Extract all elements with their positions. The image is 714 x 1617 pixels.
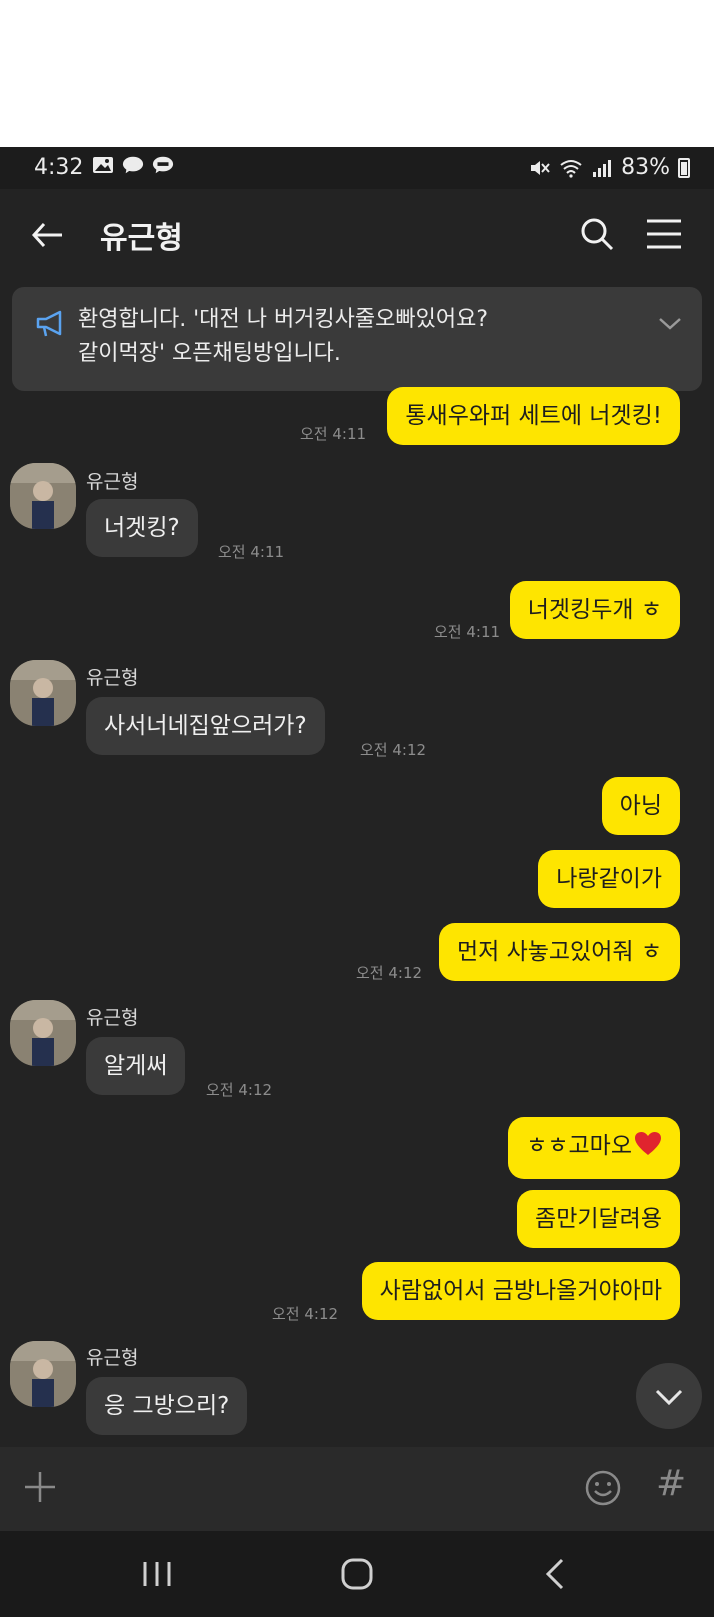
my-message[interactable]: ㅎㅎ고마오 — [508, 1117, 680, 1179]
chevron-down-icon[interactable] — [657, 313, 683, 333]
sender-name: 유근형 — [86, 667, 139, 689]
hashtag-button[interactable]: # — [656, 1463, 686, 1504]
home-icon — [341, 1558, 373, 1590]
message-time: 오전 4:11 — [218, 543, 285, 561]
heart-icon — [634, 1131, 662, 1165]
signal-icon — [593, 159, 612, 177]
talk-icon — [152, 155, 174, 175]
avatar[interactable] — [10, 660, 76, 726]
system-status: 83% — [529, 155, 690, 180]
message-time: 오전 4:11 — [300, 425, 367, 443]
chevron-left-icon — [545, 1558, 564, 1590]
their-message[interactable]: 너겟킹? — [86, 499, 198, 557]
mute-icon — [531, 160, 550, 175]
my-message[interactable]: 나랑같이가 — [538, 850, 680, 908]
menu-icon — [647, 219, 681, 249]
system-back-button[interactable] — [544, 1557, 566, 1591]
back-arrow-icon — [31, 222, 62, 248]
message-text: ㅎㅎ고마오 — [526, 1133, 632, 1159]
search-button[interactable] — [578, 215, 616, 253]
status-bar: 4:32 83% — [0, 147, 714, 189]
my-message[interactable]: 아닝 — [601, 777, 680, 835]
message-time: 오전 4:11 — [434, 623, 501, 641]
message-time: 오전 4:12 — [272, 1305, 339, 1323]
notice-line-1: 환영합니다. '대전 나 버거킹사줄오빠있어요? — [78, 307, 489, 332]
recent-apps-icon — [143, 1562, 171, 1586]
avatar[interactable] — [10, 1341, 76, 1407]
plus-icon — [25, 1472, 55, 1502]
notice-banner[interactable]: 환영합니다. '대전 나 버거킹사줄오빠있어요? 같이먹장' 오픈채팅방입니다. — [12, 287, 702, 391]
megaphone-icon — [34, 309, 66, 339]
sender-name: 유근형 — [86, 1347, 139, 1369]
avatar[interactable] — [10, 1000, 76, 1066]
wifi-icon — [560, 159, 582, 178]
chat-header: 유근형 — [0, 189, 714, 281]
their-message[interactable]: 알게써 — [86, 1037, 186, 1095]
menu-button[interactable] — [644, 217, 684, 251]
my-message[interactable]: 좀만기달려용 — [517, 1190, 680, 1248]
recent-apps-button[interactable] — [140, 1559, 174, 1589]
my-message[interactable]: 통새우와퍼 세트에 너겟킹! — [387, 387, 680, 445]
navigation-bar — [0, 1531, 714, 1617]
message-time: 오전 4:12 — [360, 741, 427, 759]
notification-icons — [92, 155, 174, 175]
message-time: 오전 4:12 — [356, 964, 423, 982]
chat-bubble-icon — [122, 155, 144, 175]
their-message[interactable]: 응 그방으리? — [86, 1377, 248, 1435]
status-time: 4:32 — [34, 155, 84, 180]
notice-text: 환영합니다. '대전 나 버거킹사줄오빠있어요? 같이먹장' 오픈채팅방입니다. — [78, 303, 638, 371]
sender-name: 유근형 — [86, 1007, 139, 1029]
chat-screen: 4:32 83% 유근형 환영합니다. '대전 나 버거킹사줄오빠있어요? 같이… — [0, 147, 714, 1617]
scroll-down-button[interactable] — [636, 1363, 702, 1429]
search-icon — [581, 218, 614, 251]
my-message[interactable]: 먼저 사놓고있어줘 ㅎ — [438, 923, 680, 981]
message-time: 오전 4:12 — [206, 1081, 273, 1099]
back-button[interactable] — [28, 215, 68, 255]
my-message[interactable]: 사람없어서 금방나올거야아마 — [361, 1262, 680, 1320]
battery-percent: 83% — [621, 155, 670, 180]
home-button[interactable] — [340, 1557, 374, 1591]
battery-icon — [678, 157, 690, 178]
emoji-icon — [585, 1470, 621, 1506]
emoji-button[interactable] — [584, 1469, 622, 1507]
avatar[interactable] — [10, 463, 76, 529]
chat-title: 유근형 — [100, 221, 183, 256]
sender-name: 유근형 — [86, 471, 139, 493]
their-message[interactable]: 사서너네집앞으러가? — [86, 697, 325, 755]
chevron-down-icon — [655, 1389, 683, 1406]
image-icon — [92, 155, 114, 175]
message-input-bar[interactable]: # — [0, 1447, 714, 1531]
notice-line-2: 같이먹장' 오픈채팅방입니다. — [78, 341, 341, 366]
attach-button[interactable] — [22, 1469, 58, 1505]
my-message[interactable]: 너겟킹두개 ㅎ — [509, 581, 680, 639]
